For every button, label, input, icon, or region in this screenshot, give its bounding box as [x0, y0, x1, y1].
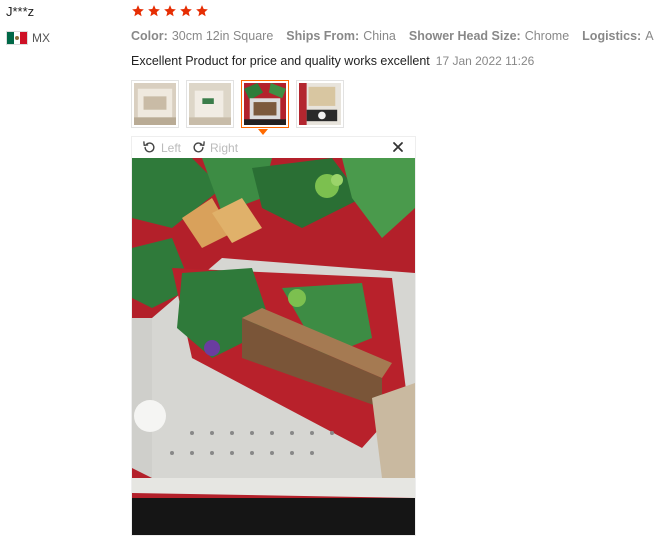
review-date: 17 Jan 2022 11:26 [435, 54, 535, 68]
star-icon [195, 4, 209, 18]
country-code: MX [32, 31, 50, 45]
reviewer-country: MX [6, 31, 50, 45]
close-viewer-button[interactable] [391, 140, 405, 154]
product-attributes: Color: 30cm 12in Square Ships From: China … [131, 29, 658, 43]
review-photo-thumbnail[interactable] [131, 80, 179, 128]
rotate-right-button[interactable]: Right [191, 140, 238, 155]
viewer-toolbar: Left Right [132, 137, 415, 158]
rotate-left-label: Left [161, 140, 182, 155]
star-rating [131, 4, 209, 18]
review-photo-thumbnails [131, 80, 344, 128]
attribute-ships-from: Ships From: China [286, 29, 396, 43]
photo-viewer: Left Right [131, 136, 416, 536]
attribute-logistics: Logistics: A [582, 29, 654, 43]
star-icon [163, 4, 177, 18]
rotate-left-button[interactable]: Left [142, 140, 181, 155]
review-text: Excellent Product for price and quality … [131, 54, 430, 68]
star-icon [147, 4, 161, 18]
attribute-shower-head-size: Shower Head Size: Chrome [408, 29, 570, 43]
star-icon [179, 4, 193, 18]
photo-1-image [134, 83, 176, 125]
attribute-color: Color: 30cm 12in Square [131, 29, 274, 43]
photo-4-image [299, 83, 341, 125]
review-body: Excellent Product for price and quality … [131, 54, 534, 68]
reviewer-name: J***z [6, 4, 35, 19]
star-icon [131, 4, 145, 18]
photo-2-image [189, 83, 231, 125]
review-photo-thumbnail[interactable] [296, 80, 344, 128]
photo-3-image [244, 83, 286, 125]
rotate-right-icon [193, 141, 205, 153]
review-photo-thumbnail[interactable] [186, 80, 234, 128]
rotate-left-icon [143, 141, 155, 153]
rotate-right-label: Right [210, 140, 239, 155]
close-icon [393, 142, 403, 152]
review-photo-enlarged [132, 158, 415, 535]
active-thumbnail-pointer [258, 129, 268, 135]
mexico-flag-icon [6, 31, 28, 45]
review-photo-thumbnail-active[interactable] [241, 80, 289, 128]
